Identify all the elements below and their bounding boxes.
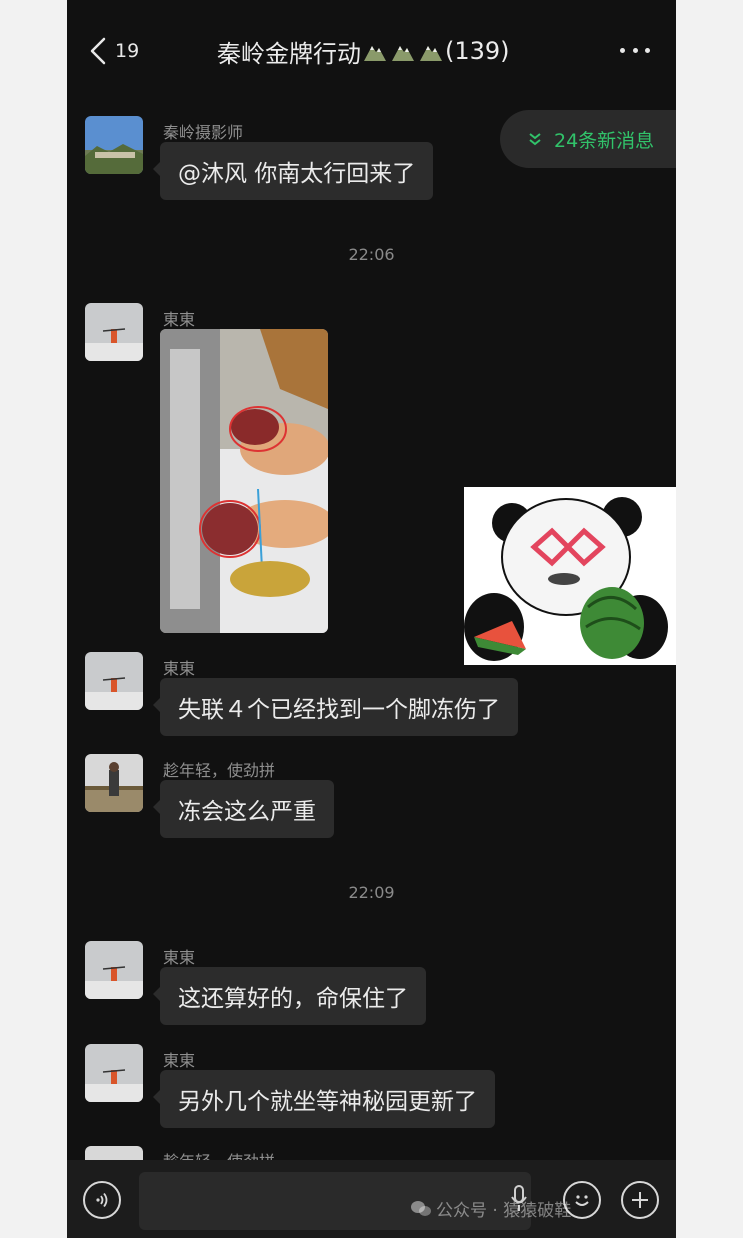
chat-header: 19 秦岭金牌行动 (139) [67,0,676,100]
new-messages-button[interactable]: 24条新消息 [500,110,676,168]
mountain-icon [420,46,442,61]
watermark: 公众号 · 猿猿破鞋 [410,1196,571,1221]
avatar[interactable] [85,303,143,361]
timestamp: 22:06 [348,245,395,264]
frostbite-photo[interactable] [160,329,328,633]
avatar[interactable] [85,754,143,812]
watermark-text: 公众号 · 猿猿破鞋 [436,1201,572,1221]
member-count: (139) [445,37,510,65]
panda-sticker[interactable] [464,487,676,665]
avatar[interactable] [85,1044,143,1102]
avatar[interactable] [85,941,143,999]
sender-name: 東東 [163,1051,196,1070]
avatar[interactable] [85,652,143,710]
snow-avatar-image [85,941,143,999]
input-bar [67,1160,676,1238]
dot-icon [645,47,650,53]
sender-name: 東東 [163,310,196,329]
sender-name: 東東 [163,659,196,678]
back-button[interactable]: 19 [89,34,149,68]
person-avatar-image [85,754,143,812]
unread-count: 19 [115,40,140,62]
plus-icon [632,1192,648,1208]
double-chevron-down-icon [529,133,541,146]
sender-name: 秦岭摄影师 [163,123,244,142]
panda-meme-image [464,487,676,665]
snow-avatar-image [85,303,143,361]
photo-image [160,329,328,633]
voice-button[interactable] [83,1181,121,1219]
message-bubble[interactable]: 另外几个就坐等神秘园更新了 [153,1070,495,1128]
message-bubble[interactable]: 失联４个已经找到一个脚冻伤了 [153,678,518,736]
dot-icon [620,47,625,53]
message-bubble[interactable]: 冻会这么严重 [153,780,334,838]
landscape-avatar-image [85,116,143,174]
sender-name: 趁年轻，使劲拼 [163,761,276,780]
chevron-left-icon [90,37,106,65]
message-bubble[interactable]: @沐风 你南太行回来了 [152,142,434,200]
sender-name: 東東 [163,948,196,967]
mountain-icon [364,46,386,61]
timestamp: 22:09 [348,883,395,902]
wechat-icon [411,1200,431,1216]
group-name: 秦岭金牌行动 [217,39,361,68]
more-options-button[interactable] [620,40,650,60]
snow-avatar-image [85,1044,143,1102]
chat-title: 秦岭金牌行动 (139) [217,32,527,70]
voice-icon [96,1192,108,1208]
new-messages-label: 24条新消息 [554,129,655,152]
smiley-icon [575,1195,589,1206]
snow-avatar-image [85,652,143,710]
chat-screen: 19 秦岭金牌行动 (139) 秦岭摄影师 @沐风 你南太行回来了 24条新消息… [67,0,676,1238]
dot-icon [632,47,638,53]
message-bubble[interactable]: 这还算好的，命保住了 [153,967,426,1025]
add-button[interactable] [621,1181,659,1219]
mountain-icon [392,46,414,61]
avatar[interactable] [85,116,143,174]
